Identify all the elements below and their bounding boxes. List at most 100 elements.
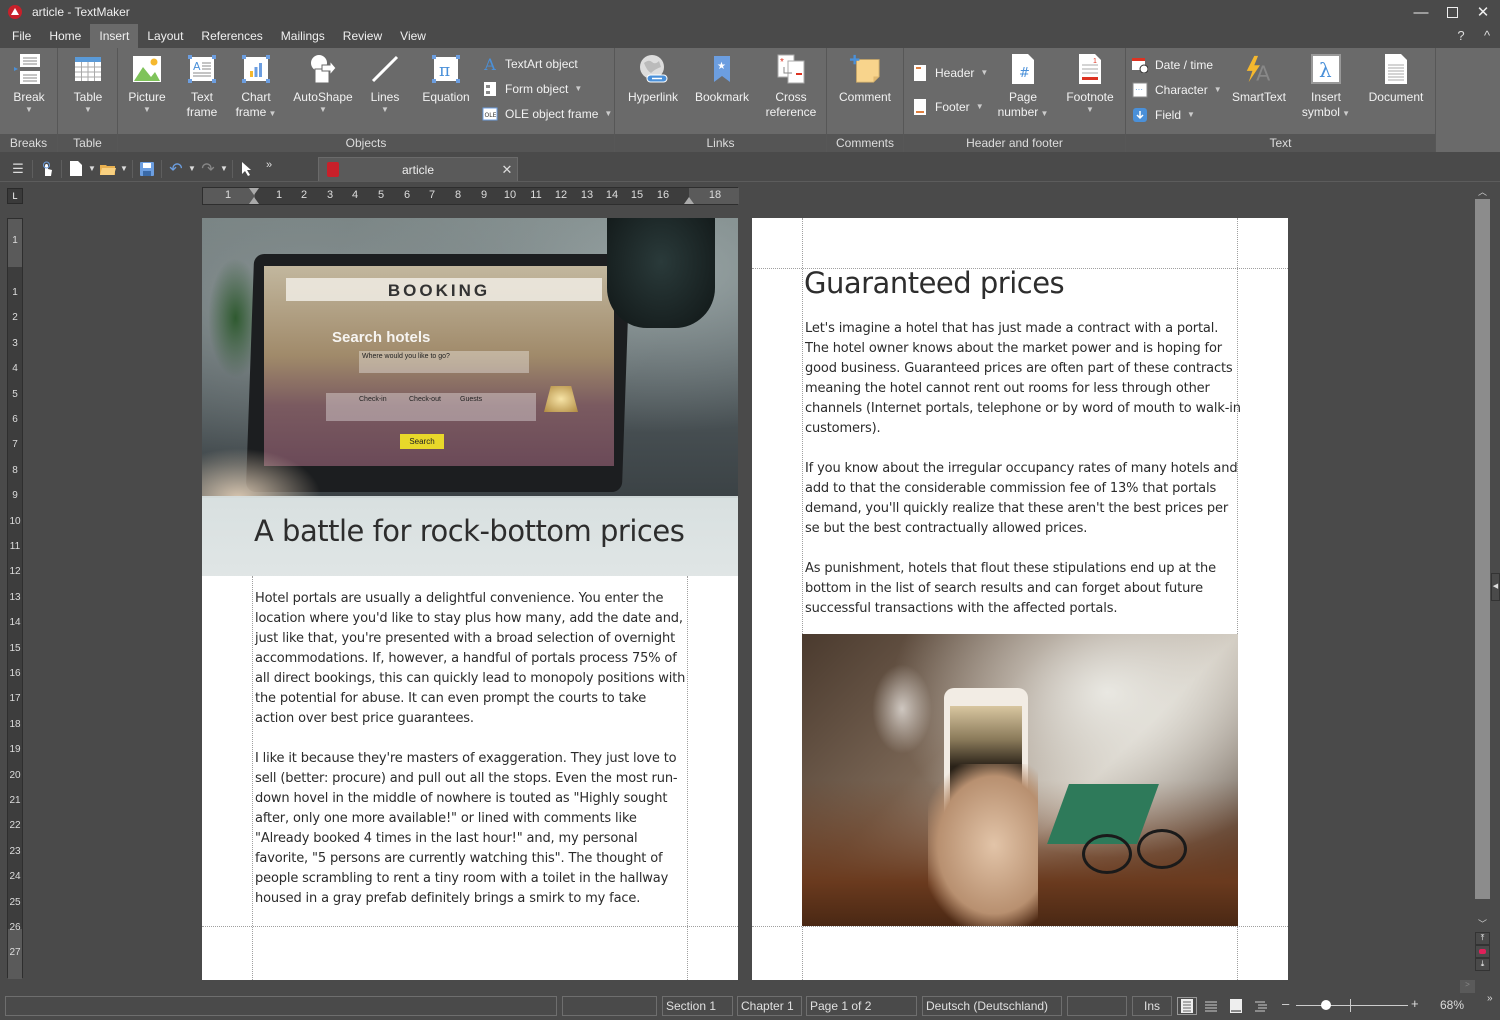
paragraph[interactable]: Let's imagine a hotel that has just made… <box>805 319 1241 439</box>
character-button[interactable]: ··· Character ▼ <box>1132 80 1222 100</box>
left-indent-marker[interactable] <box>249 197 259 204</box>
quick-access-toolbar: ☰ ▼ ▼ ↶ ▼ ↷ ▼ » <box>0 156 1500 182</box>
vertical-scrollbar[interactable]: ︿ ﹀ ⤒ ⤓ <box>1475 185 1490 980</box>
undo-icon[interactable]: ↶ <box>165 158 187 180</box>
document-workspace: BOOKING Search hotels Where would you li… <box>30 210 1475 980</box>
tab-stop-selector[interactable]: L <box>7 188 23 204</box>
hyperlink-button[interactable]: Hyperlink <box>623 52 683 105</box>
paragraph[interactable]: As punishment, hotels that flout these s… <box>805 559 1241 619</box>
document-button[interactable]: Document <box>1362 52 1430 105</box>
footer-button[interactable]: Footer ▼ <box>912 97 984 117</box>
vertical-ruler[interactable]: 1 1 2 3 4 5 6 7 8 9 10 11 12 13 14 15 16 17 18 19 20 21 22 23 24… <box>7 218 23 979</box>
sidebar-toggle-icon[interactable]: ◀ <box>1491 573 1500 601</box>
undo-dropdown-icon[interactable]: ▼ <box>187 158 197 180</box>
browse-object-icon[interactable] <box>1475 945 1490 958</box>
smarttext-button[interactable]: A SmartText <box>1228 52 1290 105</box>
paragraph[interactable]: Hotel portals are usually a delightful c… <box>255 589 687 729</box>
menu-layout[interactable]: Layout <box>138 24 192 48</box>
page-1-body[interactable]: Hotel portals are usually a delightful c… <box>255 589 687 929</box>
save-icon[interactable] <box>136 158 158 180</box>
horizontal-scrollbar[interactable] <box>0 980 1475 993</box>
scroll-down-icon[interactable]: ﹀ <box>1475 917 1490 931</box>
scroll-right-icon[interactable]: > <box>1460 980 1475 993</box>
redo-icon[interactable]: ↷ <box>197 158 219 180</box>
table-button[interactable]: Table ▼ <box>68 52 108 115</box>
menu-home[interactable]: Home <box>40 24 90 48</box>
help-button[interactable]: ? <box>1451 24 1471 48</box>
footnote-button[interactable]: 1 Footnote ▼ <box>1060 52 1120 115</box>
menu-insert[interactable]: Insert <box>90 24 139 48</box>
cross-reference-button[interactable]: * Cross reference <box>761 52 821 120</box>
document-tab-article[interactable]: article ✕ <box>318 157 518 181</box>
page-number-button[interactable]: # Page number ▼ <box>996 52 1050 120</box>
toolbar-overflow-icon[interactable]: » <box>258 154 280 176</box>
next-page-icon[interactable]: ⤓ <box>1475 958 1490 971</box>
lines-button[interactable]: Lines ▼ <box>366 52 404 115</box>
new-document-icon[interactable] <box>65 158 87 180</box>
hamburger-menu-icon[interactable]: ☰ <box>7 158 29 180</box>
text-frame-button[interactable]: A Text frame <box>182 52 222 120</box>
previous-page-icon[interactable]: ⤒ <box>1475 932 1490 945</box>
zoom-slider[interactable] <box>1296 1005 1408 1006</box>
menu-view[interactable]: View <box>391 24 435 48</box>
view-master-page-icon[interactable] <box>1226 997 1246 1015</box>
bookmark-button[interactable]: ★ Bookmark <box>691 52 753 105</box>
menu-mailings[interactable]: Mailings <box>272 24 334 48</box>
pointer-icon[interactable] <box>236 158 258 180</box>
status-chapter[interactable]: Chapter 1 <box>737 996 802 1016</box>
insert-symbol-button[interactable]: λ Insert symbol ▼ <box>1298 52 1354 120</box>
status-language[interactable]: Deutsch (Deutschland) <box>922 996 1062 1016</box>
statusbar-overflow-icon[interactable]: » <box>1487 993 1493 1004</box>
status-section[interactable]: Section 1 <box>662 996 733 1016</box>
menu-references[interactable]: References <box>192 24 271 48</box>
page-1-heading[interactable]: A battle for rock-bottom prices <box>254 514 685 548</box>
redo-dropdown-icon[interactable]: ▼ <box>219 158 229 180</box>
scroll-up-icon[interactable]: ︿ <box>1475 185 1490 199</box>
page-2[interactable]: Guaranteed prices Let's imagine a hotel … <box>752 218 1288 980</box>
minimize-button[interactable]: — <box>1405 0 1437 24</box>
zoom-out-button[interactable]: – <box>1282 996 1289 1011</box>
zoom-level[interactable]: 68% <box>1440 998 1464 1012</box>
date-time-button[interactable]: Date / time <box>1132 55 1213 75</box>
open-dropdown-icon[interactable]: ▼ <box>119 158 129 180</box>
page-2-body[interactable]: Let's imagine a hotel that has just made… <box>805 319 1241 639</box>
view-page-mode-icon[interactable] <box>1177 997 1197 1015</box>
close-tab-icon[interactable]: ✕ <box>497 162 517 178</box>
header-button[interactable]: Header ▼ <box>912 63 988 83</box>
picture-button[interactable]: Picture ▼ <box>126 52 168 115</box>
new-dropdown-icon[interactable]: ▼ <box>87 158 97 180</box>
break-button[interactable]: Break ▼ <box>10 52 48 115</box>
comment-button[interactable]: Comment <box>835 52 895 105</box>
textart-button[interactable]: A TextArt object <box>482 54 577 74</box>
maximize-button[interactable] <box>1436 0 1468 24</box>
horizontal-ruler[interactable]: 1 1 2 3 4 5 6 7 8 9 10 11 12 13 14 15 16 18 <box>202 187 739 205</box>
equation-button[interactable]: π Equation <box>418 52 474 105</box>
status-page[interactable]: Page 1 of 2 <box>806 996 917 1016</box>
view-outline-icon[interactable] <box>1251 997 1271 1015</box>
menu-review[interactable]: Review <box>334 24 391 48</box>
touch-mode-icon[interactable] <box>36 158 58 180</box>
page-2-heading[interactable]: Guaranteed prices <box>804 266 1065 300</box>
view-continuous-mode-icon[interactable] <box>1201 997 1221 1015</box>
right-indent-marker[interactable] <box>684 197 694 204</box>
page-1[interactable]: BOOKING Search hotels Where would you li… <box>202 218 738 980</box>
first-line-indent-marker[interactable] <box>249 188 259 195</box>
zoom-slider-thumb[interactable] <box>1321 1000 1331 1010</box>
open-folder-icon[interactable] <box>97 158 119 180</box>
ole-object-frame-button[interactable]: OLE OLE object frame ▼ <box>482 104 612 124</box>
collapse-ribbon-button[interactable]: ^ <box>1477 24 1497 48</box>
chart-frame-button[interactable]: Chart frame ▼ <box>234 52 278 120</box>
zoom-in-button[interactable]: + <box>1411 996 1419 1011</box>
paragraph[interactable]: I like it because they're masters of exa… <box>255 749 687 909</box>
character-icon: ··· <box>1132 82 1148 98</box>
autoshape-button[interactable]: AutoShape ▼ <box>290 52 356 115</box>
status-insert-mode[interactable]: Ins <box>1132 996 1172 1016</box>
smartphone-booking-image[interactable] <box>802 634 1238 926</box>
menu-file[interactable]: File <box>0 24 40 48</box>
scrollbar-thumb[interactable] <box>1475 199 1490 899</box>
form-object-button[interactable]: Form object ▼ <box>482 79 582 99</box>
laptop-booking-image[interactable]: BOOKING Search hotels Where would you li… <box>202 218 738 498</box>
field-button[interactable]: Field ▼ <box>1132 105 1195 125</box>
paragraph[interactable]: If you know about the irregular occupanc… <box>805 459 1241 539</box>
close-button[interactable]: ✕ <box>1467 0 1499 24</box>
